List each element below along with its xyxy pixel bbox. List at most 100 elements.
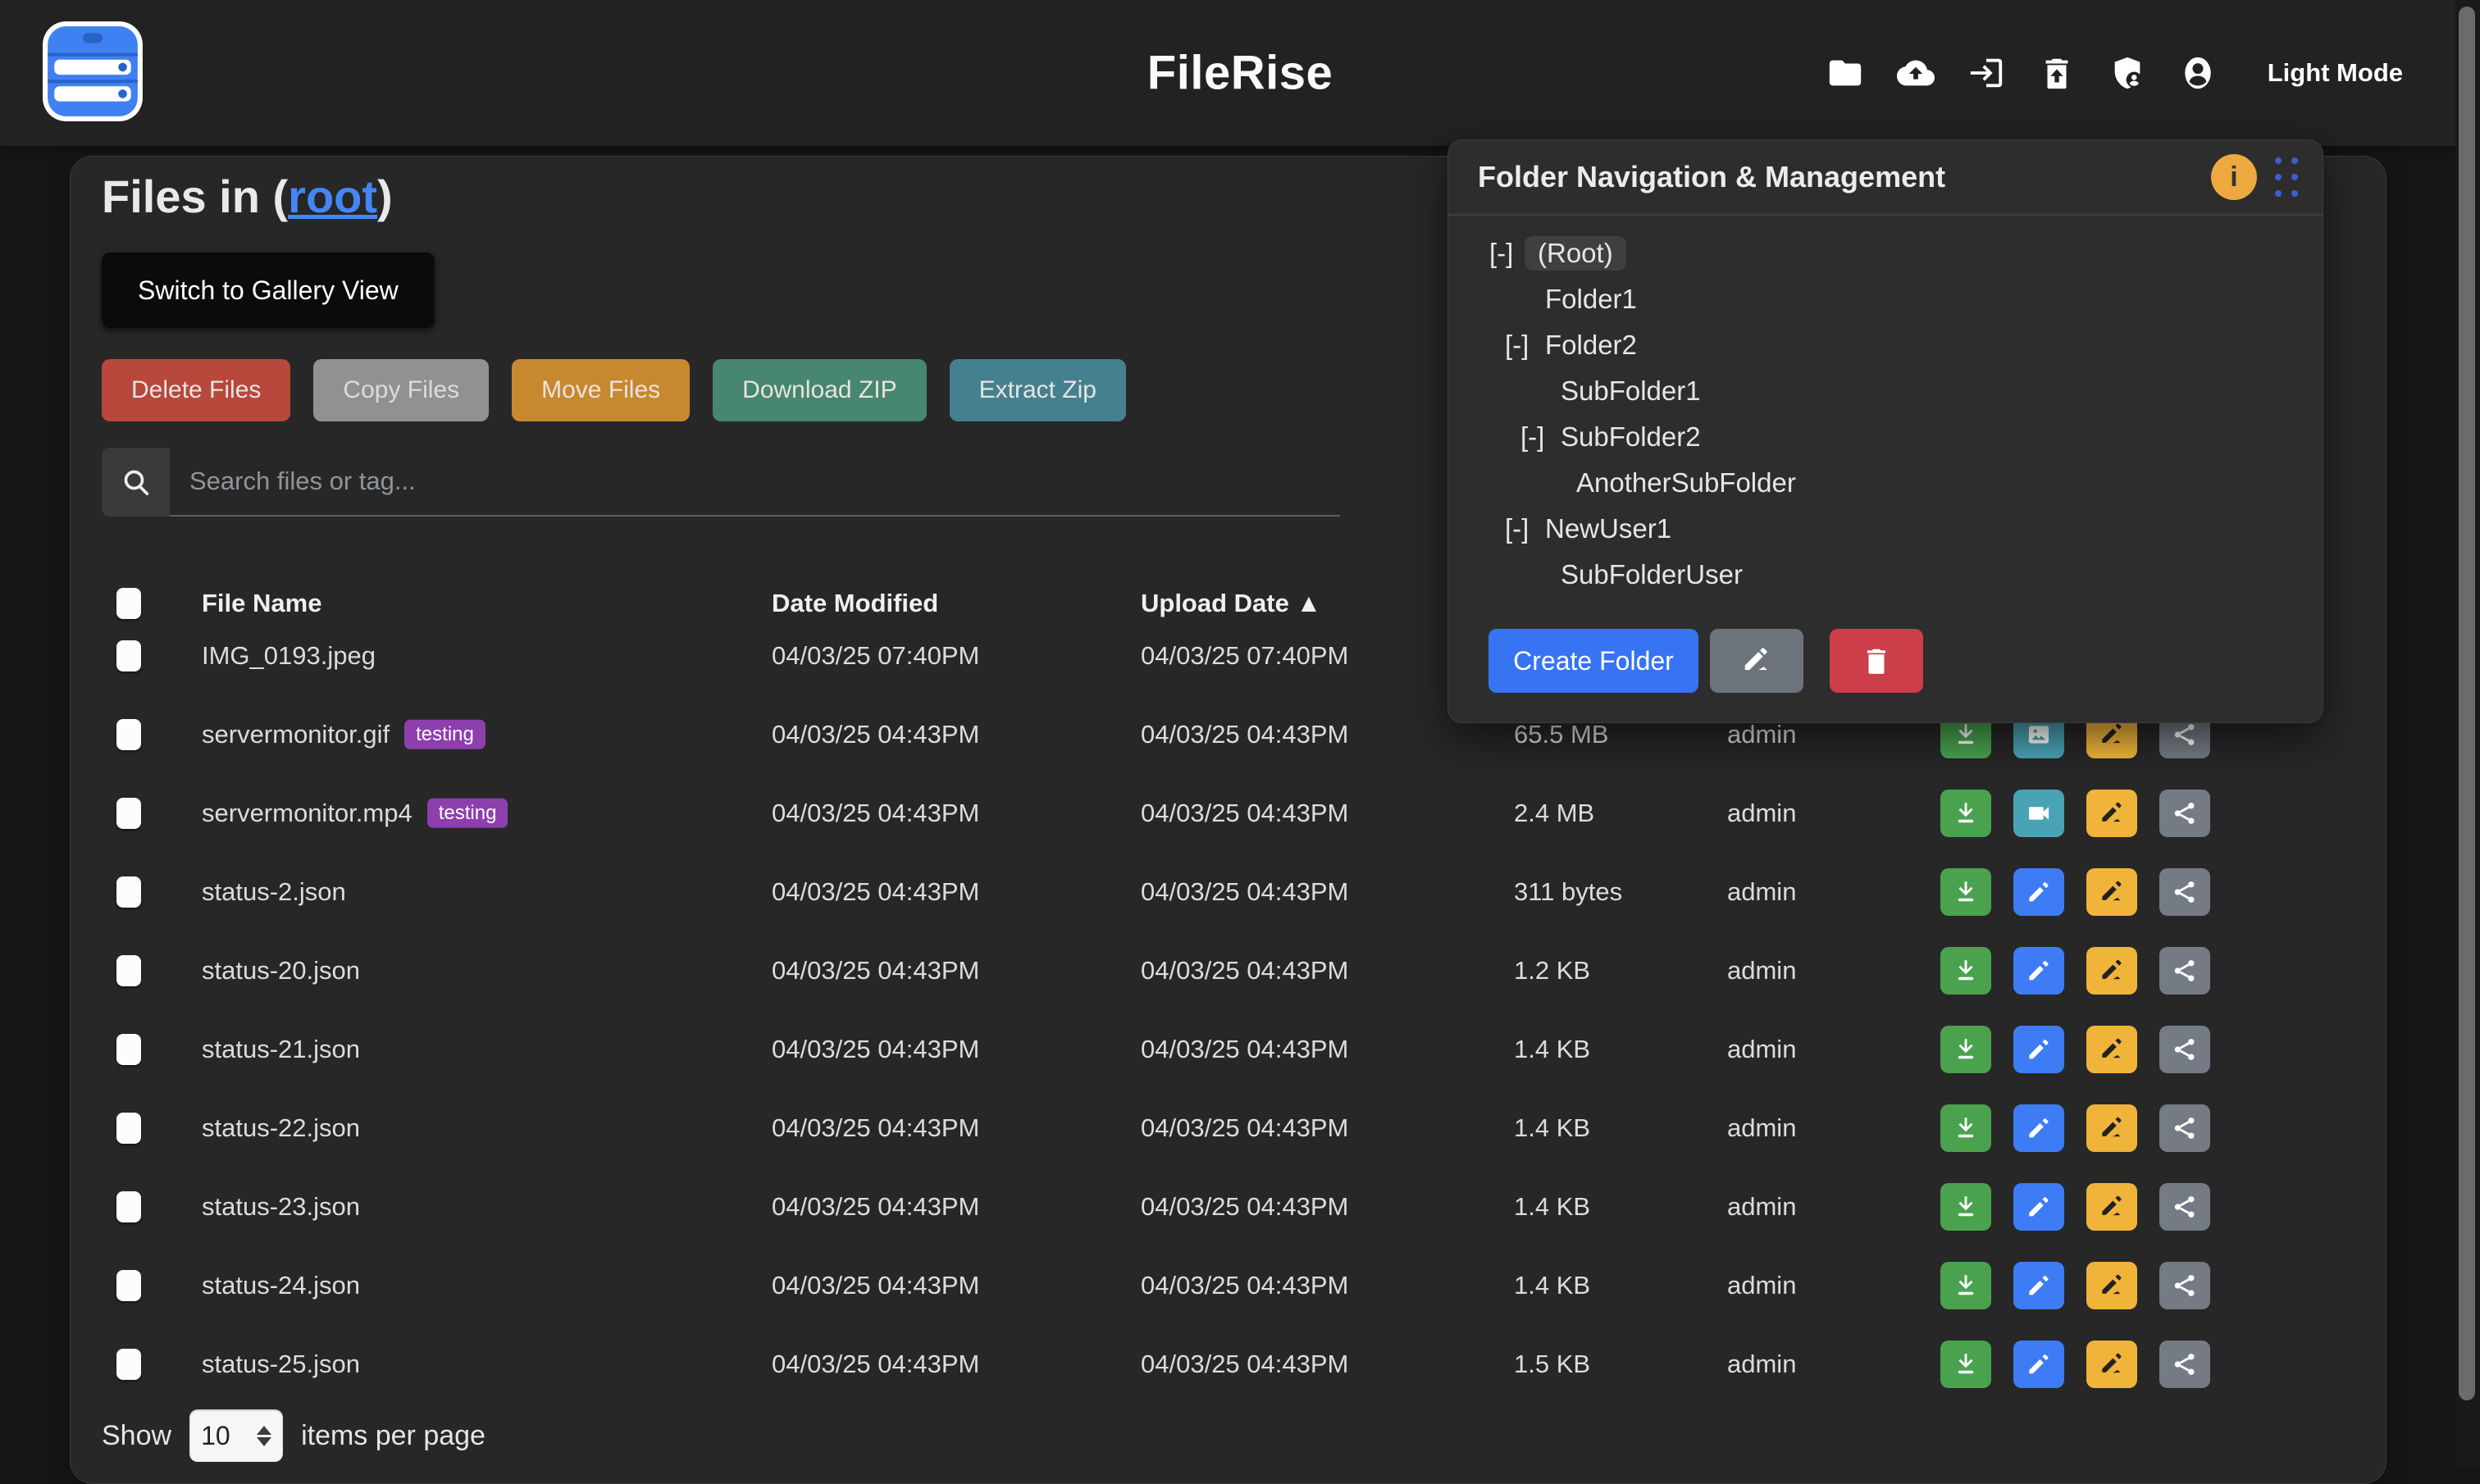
folder-name: NewUser1 [1540,512,1676,546]
folder-icon[interactable] [1826,54,1864,92]
pencil-line-icon [1741,645,1772,676]
sort-ascending-icon: ▲ [1296,589,1321,617]
column-header-file-name[interactable]: File Name [202,589,321,618]
share-button[interactable] [2159,1341,2210,1388]
share-icon [2171,1272,2199,1300]
share-icon [2171,957,2199,985]
cloud-upload-icon[interactable] [1897,54,1935,92]
rename-icon [2098,799,2126,827]
download-button[interactable] [1940,1104,1991,1152]
download-button[interactable] [1940,947,1991,995]
download-button[interactable] [1940,790,1991,837]
preview-button[interactable] [2013,1262,2064,1309]
row-checkbox[interactable] [116,1113,141,1144]
download-button[interactable] [1940,1026,1991,1073]
rename-button[interactable] [2086,868,2137,916]
row-checkbox[interactable] [116,719,141,750]
rename-button[interactable] [2086,947,2137,995]
items-per-page-label: items per page [301,1420,486,1452]
light-mode-toggle[interactable]: Light Mode [2268,58,2403,88]
rename-button[interactable] [2086,1341,2137,1388]
share-button[interactable] [2159,1262,2210,1309]
share-button[interactable] [2159,1104,2210,1152]
filerise-logo[interactable] [39,18,146,125]
preview-button[interactable] [2013,1104,2064,1152]
search-button[interactable] [102,448,170,517]
user-profile-icon[interactable] [2179,54,2217,92]
folder-panel-buttons: Create Folder [1488,629,1923,693]
rename-button[interactable] [2086,1262,2137,1309]
drag-handle-icon[interactable] [2275,157,2298,197]
share-button[interactable] [2159,1026,2210,1073]
preview-button[interactable] [2013,1183,2064,1231]
share-icon [2171,721,2199,749]
preview-button[interactable] [2013,1341,2064,1388]
row-checkbox[interactable] [116,955,141,986]
folder-tree-item[interactable]: Folder1 [1448,276,2323,322]
row-checkbox[interactable] [116,1191,141,1222]
delete-folder-button[interactable] [1830,629,1923,693]
preview-button[interactable] [2013,947,2064,995]
uploader: admin [1727,799,1796,828]
rename-button[interactable] [2086,1104,2137,1152]
upload-date: 04/03/25 04:43PM [1141,720,1348,749]
uploader: admin [1727,1350,1796,1379]
column-header-date-modified[interactable]: Date Modified [772,589,938,618]
download-button[interactable] [1940,868,1991,916]
row-checkbox[interactable] [116,1034,141,1065]
delete-files-button[interactable]: Delete Files [102,359,290,421]
copy-files-button[interactable]: Copy Files [313,359,489,421]
preview-button[interactable] [2013,790,2064,837]
download-button[interactable] [1940,1183,1991,1231]
rename-button[interactable] [2086,1183,2137,1231]
select-spinner-icon [257,1426,271,1446]
switch-gallery-view-button[interactable]: Switch to Gallery View [102,253,435,328]
items-per-page-select[interactable]: 10 [189,1409,283,1462]
scrollbar-thumb[interactable] [2459,7,2475,1400]
folder-tree-item[interactable]: SubFolderUser [1448,552,2323,598]
rename-button[interactable] [2086,1026,2137,1073]
edit-file-icon [2025,957,2053,985]
edit-file-icon [2025,1272,2053,1300]
folder-tree-item[interactable]: SubFolder1 [1448,368,2323,414]
select-all-checkbox[interactable] [116,588,141,619]
folder-tree-item[interactable]: AnotherSubFolder [1448,460,2323,506]
shield-admin-icon[interactable] [2108,54,2146,92]
download-icon [1952,799,1980,827]
download-zip-button[interactable]: Download ZIP [713,359,926,421]
page-title-suffix: ) [377,171,393,222]
tree-toggle[interactable]: [-] [1505,330,1540,361]
preview-button[interactable] [2013,1026,2064,1073]
root-folder-link[interactable]: root [288,171,377,222]
row-checkbox[interactable] [116,798,141,829]
image-preview-icon [2025,721,2053,749]
move-files-button[interactable]: Move Files [512,359,690,421]
column-header-upload-date[interactable]: Upload Date ▲ [1141,589,1321,618]
row-checkbox[interactable] [116,1270,141,1301]
share-button[interactable] [2159,947,2210,995]
search-input[interactable] [170,448,1340,517]
share-button[interactable] [2159,1183,2210,1231]
extract-zip-button[interactable]: Extract Zip [950,359,1126,421]
share-button[interactable] [2159,790,2210,837]
row-checkbox[interactable] [116,1349,141,1380]
rename-folder-button[interactable] [1710,629,1803,693]
create-folder-button[interactable]: Create Folder [1488,629,1698,693]
share-button[interactable] [2159,868,2210,916]
download-button[interactable] [1940,1262,1991,1309]
folder-tree-item[interactable]: [-] (Root) [1448,230,2323,276]
folder-tree-item[interactable]: [-] SubFolder2 [1448,414,2323,460]
sign-out-icon[interactable] [1967,54,2005,92]
rename-button[interactable] [2086,790,2137,837]
tree-toggle[interactable]: [-] [1505,513,1540,544]
download-button[interactable] [1940,1341,1991,1388]
preview-button[interactable] [2013,868,2064,916]
folder-tree-item[interactable]: [-] Folder2 [1448,322,2323,368]
tree-toggle[interactable]: [-] [1489,238,1525,269]
tree-toggle[interactable]: [-] [1520,421,1556,453]
trash-restore-icon[interactable] [2038,54,2076,92]
folder-tree-item[interactable]: [-] NewUser1 [1448,506,2323,552]
row-checkbox[interactable] [116,876,141,908]
info-icon[interactable]: i [2211,154,2257,200]
row-checkbox[interactable] [116,640,141,671]
